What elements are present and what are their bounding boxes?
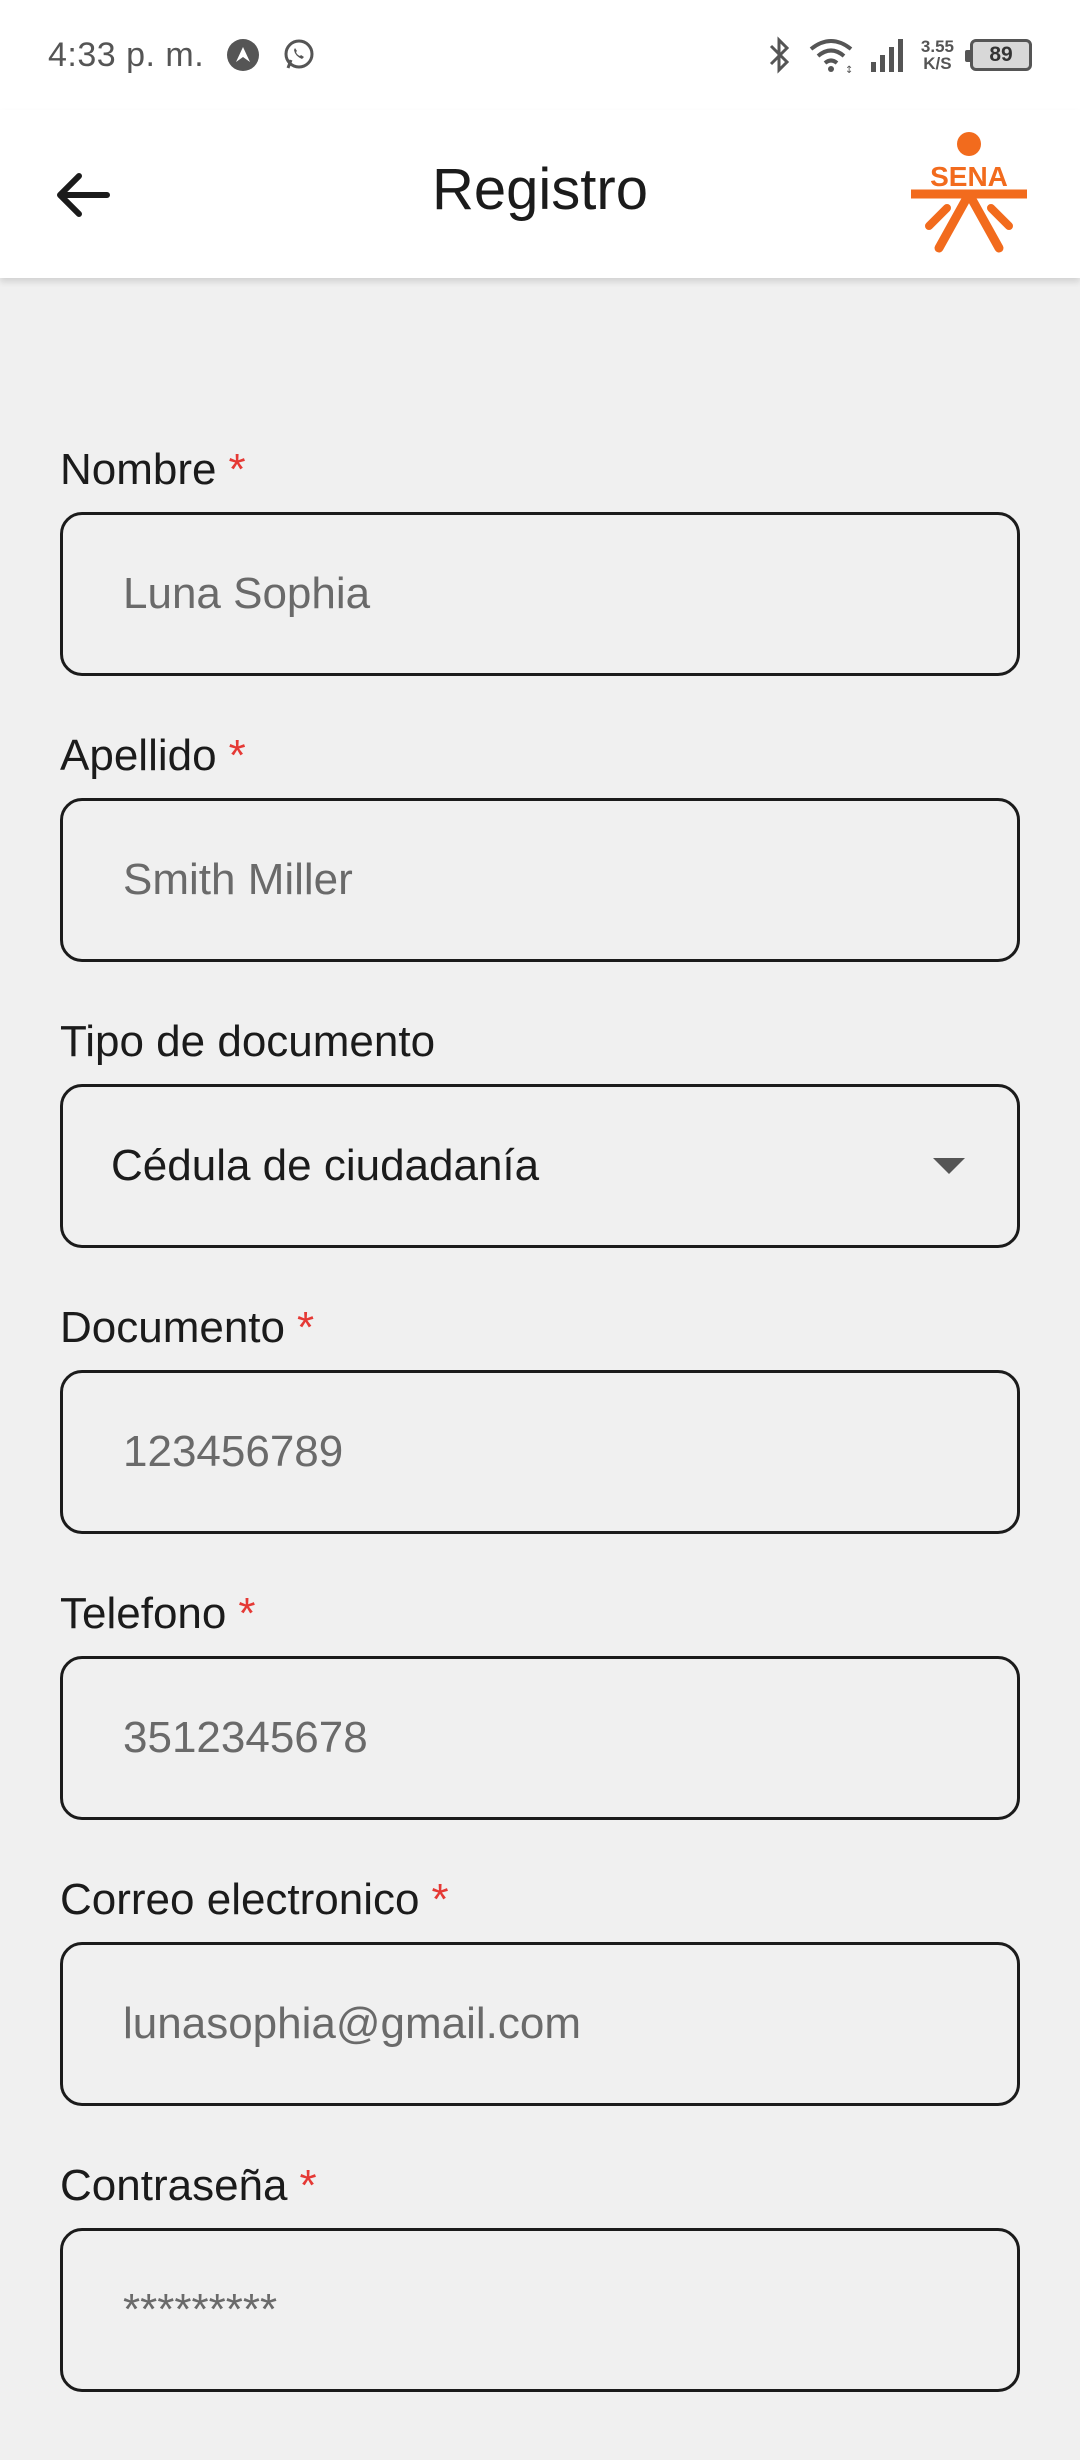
network-speed-value: 3.55 [920,37,954,56]
dropdown-arrow-icon [933,1158,965,1174]
tipo-documento-selected: Cédula de ciudadanía [111,1141,540,1190]
field-apellido: Apellido * Smith Miller [60,726,1020,962]
signal-icon [869,38,905,72]
label-contrasena: Contraseña * [60,2156,1020,2216]
documento-input[interactable]: 123456789 [60,1370,1020,1534]
label-correo: Correo electronico * [60,1870,1020,1930]
label-contrasena-text: Contraseña [60,2161,288,2210]
contrasena-input[interactable]: ********* [60,2228,1020,2392]
tipo-documento-select[interactable]: Cédula de ciudadanía [60,1084,1020,1248]
documento-placeholder: 123456789 [123,1427,344,1476]
label-tipo-documento: Tipo de documento [60,1012,1020,1072]
required-mark: * [228,445,246,494]
nombre-input[interactable]: Luna Sophia [60,512,1020,676]
telefono-placeholder: 3512345678 [123,1713,368,1762]
status-time: 4:33 p. m. [48,35,205,74]
sena-logo: SENA [905,130,1035,260]
label-documento-text: Documento [60,1303,286,1352]
logo-text: SENA [930,161,1008,192]
required-mark: * [238,1589,256,1638]
telefono-input[interactable]: 3512345678 [60,1656,1020,1820]
app-bar: Registro SENA [0,110,1080,278]
status-left: 4:33 p. m. [48,36,316,75]
apellido-input[interactable]: Smith Miller [60,798,1020,962]
field-correo: Correo electronico * lunasophia@gmail.co… [60,1870,1020,2106]
navigation-app-icon [226,38,260,72]
label-telefono-text: Telefono [60,1589,227,1638]
required-mark: * [431,1875,449,1924]
label-documento: Documento * [60,1298,1020,1358]
field-documento: Documento * 123456789 [60,1298,1020,1534]
required-mark: * [299,2161,317,2210]
battery-level: 89 [989,43,1013,66]
field-contrasena: Contraseña * ********* [60,2156,1020,2392]
label-nombre: Nombre * [60,440,1020,500]
field-nombre: Nombre * Luna Sophia [60,440,1020,676]
svg-text:↕: ↕ [845,65,853,73]
registration-form: Nombre * Luna Sophia Apellido * Smith Mi… [60,440,1020,2442]
contrasena-placeholder: ********* [123,2285,278,2334]
battery-icon: 89 [965,39,1032,71]
label-apellido: Apellido * [60,726,1020,786]
wifi-icon: ↕ [809,37,853,73]
required-mark: * [297,1303,315,1352]
required-mark: * [228,731,246,780]
status-right: ↕ 3.55 K/S 89 [767,36,1032,74]
nombre-placeholder: Luna Sophia [123,569,371,618]
network-speed-unit: K/S [923,54,952,73]
field-tipo-documento: Tipo de documento Cédula de ciudadanía [60,1012,1020,1248]
correo-input[interactable]: lunasophia@gmail.com [60,1942,1020,2106]
correo-placeholder: lunasophia@gmail.com [123,1999,582,2048]
apellido-placeholder: Smith Miller [123,855,353,904]
field-telefono: Telefono * 3512345678 [60,1584,1020,1820]
label-nombre-text: Nombre [60,445,217,494]
label-tipo-documento-text: Tipo de documento [60,1017,436,1066]
label-correo-text: Correo electronico [60,1875,420,1924]
status-bar: 4:33 p. m. ↕ 3.55 K/S 89 [0,0,1080,110]
bluetooth-icon [767,36,793,74]
label-apellido-text: Apellido [60,731,217,780]
label-telefono: Telefono * [60,1584,1020,1644]
whatsapp-icon [282,38,316,72]
network-speed: 3.55 K/S [921,38,954,72]
